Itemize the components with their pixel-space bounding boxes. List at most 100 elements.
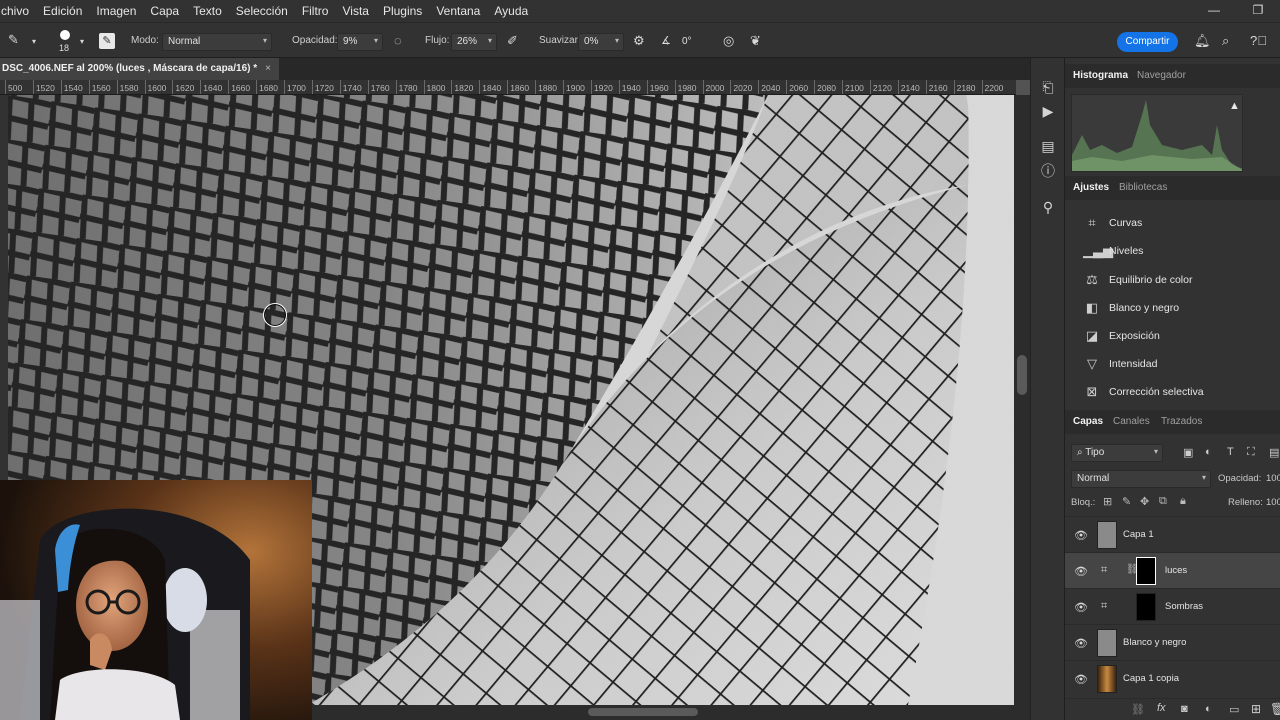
layer-name: Capa 1 copia: [1123, 673, 1179, 684]
play-action-icon[interactable]: ▶: [1039, 102, 1057, 120]
filter-shape-icon[interactable]: ⛶: [1247, 446, 1255, 459]
mode-select[interactable]: Normal ▾: [162, 33, 272, 51]
libraries-icon[interactable]: ▤: [1039, 137, 1057, 155]
flow-input[interactable]: 26% ▾: [451, 33, 497, 51]
brush-preset-icon[interactable]: [60, 30, 70, 40]
trash-icon[interactable]: 🗑︎: [1270, 702, 1280, 716]
adjustment-color-balance[interactable]: ⚖ Equilibrio de color: [1083, 270, 1192, 290]
document-tab[interactable]: DSC_4006.NEF al 200% (luces , Máscara de…: [0, 58, 279, 80]
ruler-tick-label: 2160: [928, 83, 948, 93]
brush-settings-icon[interactable]: ✎: [99, 33, 115, 49]
layer-row[interactable]: 👁︎ ⌗ ⛓ luces: [1065, 552, 1280, 588]
eye-icon[interactable]: 👁︎: [1074, 529, 1088, 542]
mode-label: Modo:: [131, 35, 159, 46]
smoothing-value: 0%: [584, 36, 599, 47]
layer-row[interactable]: 👁︎ Capa 1: [1065, 516, 1280, 552]
search-icon[interactable]: ⌕: [1222, 33, 1229, 49]
scroll-thumb[interactable]: [1017, 355, 1027, 395]
menu-item-2[interactable]: Imagen: [89, 4, 143, 18]
menu-item-7[interactable]: Vista: [335, 4, 375, 18]
new-layer-icon[interactable]: ⊞: [1251, 702, 1261, 716]
menu-item-4[interactable]: Texto: [186, 4, 229, 18]
lock-artboard-icon[interactable]: ⧉: [1159, 495, 1167, 508]
eye-icon[interactable]: 👁︎: [1074, 601, 1088, 614]
lock-position-icon[interactable]: ✥: [1140, 495, 1149, 508]
vertical-scrollbar[interactable]: [1014, 95, 1030, 705]
fx-icon[interactable]: fx: [1157, 702, 1166, 714]
filter-adjustment-icon[interactable]: ◐: [1205, 446, 1212, 458]
brush-tool-icon[interactable]: ✎: [8, 32, 19, 48]
adjustment-exposure[interactable]: ◪ Exposición: [1083, 326, 1160, 346]
properties-icon[interactable]: ⚲: [1039, 198, 1057, 216]
bell-icon[interactable]: 🔔︎: [1194, 33, 1211, 49]
gear-icon[interactable]: ⚙: [633, 33, 645, 49]
smoothing-input[interactable]: 0% ▾: [578, 33, 624, 51]
menu-item-5[interactable]: Selección: [229, 4, 295, 18]
help-icon[interactable]: ?⃝: [1250, 33, 1267, 49]
layer-mask-thumbnail[interactable]: [1136, 557, 1156, 585]
layer-mask-thumbnail[interactable]: [1136, 593, 1156, 621]
filter-pixel-icon[interactable]: ▣: [1183, 446, 1193, 459]
levels-icon: ▁▃▅: [1083, 243, 1113, 258]
tab-histogram[interactable]: Histograma: [1073, 70, 1128, 81]
tab-channels[interactable]: Canales: [1113, 416, 1150, 427]
menu-item-10[interactable]: Ayuda: [487, 4, 535, 18]
minimize-icon[interactable]: —: [1192, 0, 1236, 22]
menu-item-6[interactable]: Filtro: [295, 4, 336, 18]
layer-row[interactable]: 👁︎ Blanco y negro: [1065, 624, 1280, 660]
filter-smart-icon[interactable]: ▤: [1269, 446, 1279, 459]
flow-value: 26%: [457, 36, 478, 47]
menu-item-1[interactable]: Edición: [36, 4, 89, 18]
menu-item-3[interactable]: Capa: [143, 4, 186, 18]
lock-all-icon[interactable]: 🔒︎: [1180, 495, 1186, 508]
tab-adjustments[interactable]: Ajustes: [1073, 182, 1109, 193]
adjustment-levels[interactable]: ▁▃▅ Niveles: [1083, 241, 1143, 261]
lock-transparency-icon[interactable]: ⊞: [1103, 495, 1112, 508]
chevron-down-icon[interactable]: ▾: [32, 34, 36, 50]
eye-icon[interactable]: 👁︎: [1074, 673, 1088, 686]
layer-row[interactable]: 👁︎ Capa 1 copia: [1065, 660, 1280, 696]
warning-icon[interactable]: ▲: [1229, 100, 1240, 112]
blend-mode-select[interactable]: Normal ▾: [1071, 470, 1211, 488]
adjustment-vibrance[interactable]: ▽ Intensidad: [1083, 354, 1157, 374]
tab-layers[interactable]: Capas: [1073, 416, 1103, 427]
add-mask-icon[interactable]: ◙: [1181, 703, 1188, 715]
scroll-thumb[interactable]: [588, 708, 698, 716]
angle-input[interactable]: 0°: [676, 33, 710, 51]
menu-item-8[interactable]: Plugins: [376, 4, 429, 18]
symmetry-icon[interactable]: ❦: [750, 33, 761, 49]
adjustment-black-white[interactable]: ◧ Blanco y negro: [1083, 298, 1179, 318]
new-adjustment-icon[interactable]: ◐: [1205, 703, 1212, 715]
layer-opacity-value[interactable]: 100: [1266, 473, 1280, 484]
lock-pixels-icon[interactable]: ✎: [1122, 495, 1131, 508]
tab-libraries[interactable]: Bibliotecas: [1119, 182, 1167, 193]
menu-item-9[interactable]: Ventana: [429, 4, 487, 18]
layer-row[interactable]: 👁︎ ⌗ Sombras: [1065, 588, 1280, 624]
adjustment-curves[interactable]: ⌗ Curvas: [1083, 213, 1142, 233]
layer-filter-select[interactable]: ⌕ Tipo ▾: [1071, 444, 1163, 462]
flow-label: Flujo:: [425, 35, 450, 46]
history-icon[interactable]: ⎗: [1039, 78, 1057, 96]
pressure-opacity-icon[interactable]: ◌: [394, 33, 402, 49]
ruler-tick: [897, 80, 899, 94]
tab-navigator[interactable]: Navegador: [1137, 70, 1186, 81]
share-button[interactable]: Compartir: [1117, 32, 1178, 52]
tab-paths[interactable]: Trazados: [1161, 416, 1202, 427]
restore-icon[interactable]: ❐: [1236, 0, 1280, 22]
new-group-icon[interactable]: ▭: [1229, 703, 1239, 716]
info-icon[interactable]: ⓘ: [1039, 162, 1057, 180]
eye-icon[interactable]: 👁︎: [1074, 637, 1088, 650]
close-icon[interactable]: ×: [265, 63, 271, 74]
menu-item-0[interactable]: chivo: [0, 4, 36, 18]
ruler-tick: [256, 80, 258, 94]
fill-value[interactable]: 100: [1266, 497, 1280, 508]
opacity-input[interactable]: 9% ▾: [337, 33, 383, 51]
layer-name: luces: [1165, 565, 1188, 576]
pressure-size-icon[interactable]: ◎: [723, 33, 734, 49]
filter-type-icon[interactable]: T: [1227, 446, 1234, 458]
chevron-down-icon[interactable]: ▾: [80, 34, 84, 50]
eye-icon[interactable]: 👁︎: [1074, 565, 1088, 578]
airbrush-icon[interactable]: ✐: [507, 33, 518, 49]
adjustment-selective-color[interactable]: ⊠ Corrección selectiva: [1083, 382, 1204, 402]
link-layers-icon[interactable]: ⛓: [1131, 703, 1145, 716]
